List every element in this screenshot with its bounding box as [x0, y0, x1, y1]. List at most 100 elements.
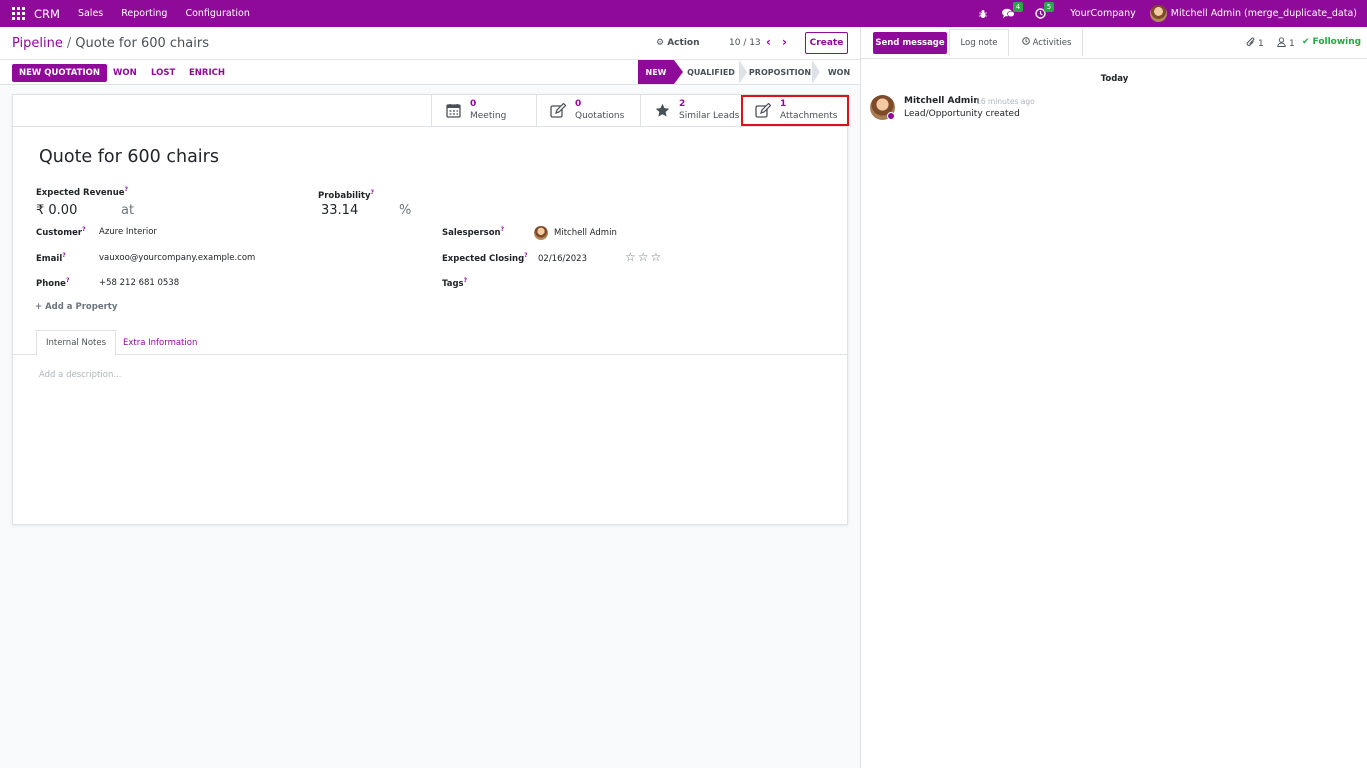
chatter-divider [861, 58, 1367, 59]
expected-revenue-field[interactable]: ₹ 0.00 [36, 203, 77, 218]
activities-label: Activities [1032, 37, 1072, 48]
edit-icon [549, 102, 567, 120]
stage-arrow [674, 60, 683, 84]
expected-closing-field[interactable]: 02/16/2023 [538, 254, 587, 264]
user-avatar [1149, 5, 1167, 22]
percent-label: % [399, 203, 412, 218]
attachments-count: 1 [780, 99, 787, 109]
customer-label: Customer? [36, 226, 86, 238]
won-button[interactable]: WON [106, 64, 144, 82]
quotations-label: Quotations [575, 111, 625, 121]
salesperson-label: Salesperson? [442, 226, 505, 238]
stage-proposition[interactable]: PROPOSITION [748, 60, 812, 84]
tab-internal-notes[interactable]: Internal Notes [36, 330, 117, 356]
probability-field[interactable]: 33.14 [321, 203, 358, 218]
messaging-comments-icon[interactable]: 4 [1002, 2, 1024, 19]
phone-field[interactable]: +58 212 681 0538 [99, 278, 179, 288]
activities-button[interactable]: Activities [1011, 29, 1083, 56]
star-icon [653, 102, 671, 120]
log-note-button[interactable]: Log note [949, 29, 1009, 56]
paperclip-icon [1246, 37, 1256, 51]
tab-extra-information[interactable]: Extra Information [114, 330, 206, 355]
attachments-counter-value: 1 [1258, 39, 1264, 49]
description-field[interactable]: Add a description... [39, 370, 121, 380]
statusbar: NEW QUOTATION WON LOST ENRICH NEW QUALIF… [0, 59, 860, 85]
debug-bug-icon[interactable] [978, 9, 988, 19]
attachments-smart-button[interactable]: 1 Attachments [741, 95, 849, 126]
messages-badge: 4 [1012, 2, 1024, 12]
notebook-tabs: Internal Notes Extra Information [13, 330, 847, 356]
pager-previous-icon[interactable]: ‹ [766, 35, 778, 49]
user-menu[interactable]: Mitchell Admin (merge_duplicate_data) [1149, 5, 1357, 22]
top-navbar: CRM Sales Reporting Configuration 4 5 Yo… [0, 0, 1367, 27]
quotations-count: 0 [575, 99, 582, 109]
record-title[interactable]: Quote for 600 chairs [39, 147, 219, 167]
message-author[interactable]: Mitchell Admin [904, 96, 980, 106]
similar-leads-count: 2 [679, 99, 686, 109]
send-message-button[interactable]: Send message [873, 32, 947, 54]
create-button[interactable]: Create [805, 32, 848, 54]
salesperson-name: Mitchell Admin [554, 228, 617, 238]
smart-button-box: 0 Meeting 0 Quotations 2 Similar Leads 1 Att… [13, 95, 849, 127]
following-label: Following [1312, 37, 1362, 47]
new-quotation-button[interactable]: NEW QUOTATION [12, 64, 107, 82]
tags-label: Tags? [442, 277, 468, 289]
action-menu-button[interactable]: ⚙ Action [656, 38, 700, 48]
following-button[interactable]: ✔ Following [1302, 37, 1361, 47]
online-status-icon [887, 112, 895, 120]
breadcrumb-separator: / [66, 36, 72, 51]
expected-revenue-label: Expected Revenue? [36, 186, 129, 198]
add-property-button[interactable]: + Add a Property [35, 302, 117, 312]
salesperson-field[interactable]: Mitchell Admin [534, 226, 617, 240]
user-icon [1277, 37, 1286, 50]
breadcrumb: Pipeline / Quote for 600 chairs [12, 36, 209, 51]
plus-icon: + [35, 302, 43, 312]
stage-arrow [739, 60, 747, 84]
menu-sales[interactable]: Sales [78, 8, 103, 19]
company-switcher[interactable]: YourCompany [1070, 8, 1135, 19]
at-label: at [121, 203, 135, 218]
app-brand[interactable]: CRM [34, 7, 60, 21]
message-timestamp: - 16 minutes ago [971, 97, 1035, 106]
breadcrumb-pipeline[interactable]: Pipeline [12, 36, 63, 51]
meeting-smart-button[interactable]: 0 Meeting [431, 95, 536, 126]
stage-new[interactable]: NEW [638, 60, 674, 84]
stage-qualified[interactable]: QUALIFIED [683, 60, 739, 84]
followers-counter[interactable]: 1 [1277, 37, 1295, 50]
email-field[interactable]: vauxoo@yourcompany.example.com [99, 253, 255, 263]
priority-star-icon[interactable]: ☆☆☆ [625, 250, 663, 264]
action-label: Action [667, 38, 700, 48]
customer-field[interactable]: Azure Interior [99, 227, 157, 237]
quotations-smart-button[interactable]: 0 Quotations [536, 95, 640, 126]
attachments-label: Attachments [780, 111, 838, 121]
menu-reporting[interactable]: Reporting [121, 8, 167, 19]
pager-value[interactable]: 10 / 13 [729, 38, 761, 48]
stage-won[interactable]: WON [822, 60, 856, 84]
enrich-button[interactable]: ENRICH [182, 64, 232, 82]
phone-label: Phone? [36, 277, 70, 289]
calendar-icon [444, 102, 462, 120]
activities-badge: 5 [1043, 2, 1055, 12]
probability-label: Probability? [318, 189, 374, 201]
meeting-label: Meeting [470, 111, 507, 121]
similar-leads-smart-button[interactable]: 2 Similar Leads [640, 95, 741, 126]
add-property-label: Add a Property [45, 302, 118, 312]
salesperson-avatar [534, 226, 548, 240]
gear-icon: ⚙ [656, 38, 665, 48]
lost-button[interactable]: LOST [144, 64, 182, 82]
activities-clock-icon[interactable]: 5 [1035, 2, 1055, 19]
attachments-counter[interactable]: 1 [1246, 37, 1264, 51]
app-menu-icon[interactable] [12, 6, 26, 21]
form-view: Pipeline / Quote for 600 chairs ⚙ Action 1… [0, 27, 860, 768]
user-name: Mitchell Admin (merge_duplicate_data) [1170, 8, 1357, 19]
message-body: Lead/Opportunity created [904, 109, 1020, 119]
menu-configuration[interactable]: Configuration [185, 8, 249, 19]
meeting-count: 0 [470, 99, 477, 109]
stage-arrow [812, 60, 820, 84]
edit-icon [754, 102, 772, 120]
email-label: Email? [36, 252, 66, 264]
followers-counter-value: 1 [1289, 38, 1295, 49]
chatter-panel: Send message Log note Activities 1 1 ✔ F… [860, 27, 1367, 768]
pager-next-icon[interactable]: › [782, 35, 794, 49]
check-icon: ✔ [1302, 37, 1310, 47]
